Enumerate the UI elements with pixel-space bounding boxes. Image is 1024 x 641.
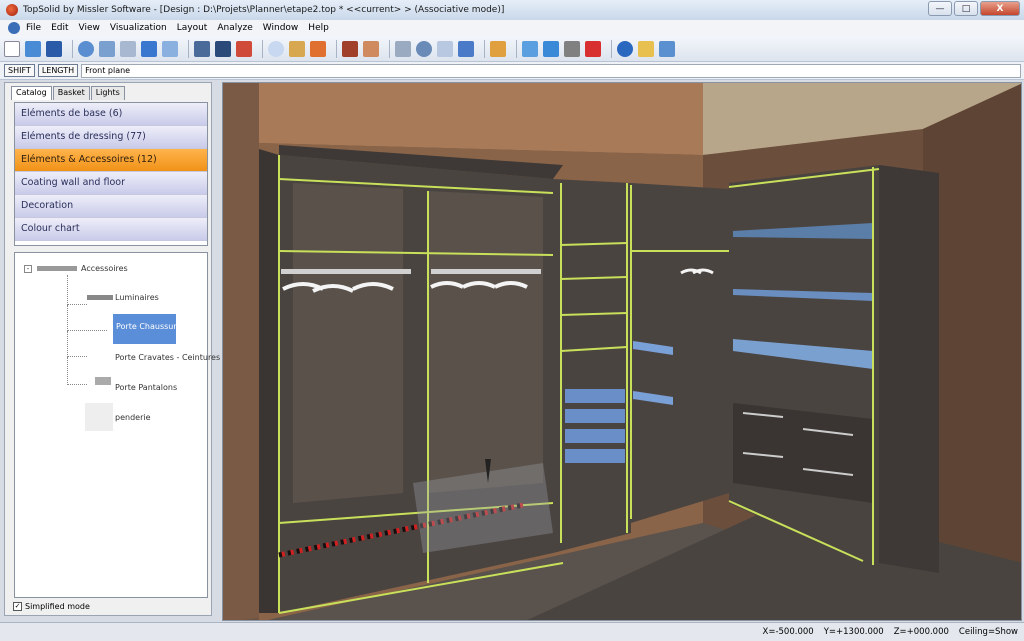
penderie-thumb xyxy=(85,403,113,431)
save-icon[interactable] xyxy=(46,40,62,57)
plane-field[interactable]: Front plane xyxy=(81,63,1022,78)
length-button[interactable]: LENGTH xyxy=(37,64,79,77)
menu-file[interactable]: File xyxy=(26,23,41,33)
assembly-icon[interactable] xyxy=(236,40,252,57)
catalog-list: Eléments de base (6) Eléments de dressin… xyxy=(14,102,208,246)
toolbar xyxy=(0,36,1024,62)
paint-icon[interactable] xyxy=(490,40,506,57)
close-button[interactable]: X xyxy=(980,1,1020,16)
tree-item[interactable]: penderie xyxy=(115,413,151,422)
grid-icon[interactable] xyxy=(543,40,559,57)
3d-viewport[interactable] xyxy=(222,82,1022,621)
title-bar: TopSolid by Missler Software - [Design :… xyxy=(0,0,1024,20)
tree-root[interactable]: Accessoires xyxy=(81,264,128,273)
maximize-button[interactable]: □ xyxy=(954,1,978,16)
ceiling-status: Ceiling=Show xyxy=(958,627,1018,637)
simplified-checkbox[interactable]: ✓ xyxy=(13,602,22,611)
catalog-item[interactable]: Eléments de base (6) xyxy=(15,103,207,126)
document-icon[interactable] xyxy=(8,22,20,34)
menu-layout[interactable]: Layout xyxy=(177,23,208,33)
tree-item-selected[interactable]: Porte Chaussures xyxy=(113,314,186,344)
catalog-item[interactable]: Eléments de dressing (77) xyxy=(15,126,207,149)
cylinder-icon[interactable] xyxy=(99,40,115,57)
tree-item[interactable]: Porte Cravates - Ceintures xyxy=(115,353,220,362)
catalog-item[interactable]: Colour chart xyxy=(15,218,207,241)
minimize-button[interactable]: — xyxy=(928,1,952,16)
delete-icon[interactable] xyxy=(585,40,601,57)
accessory-thumb xyxy=(37,266,77,271)
measure-icon[interactable] xyxy=(194,40,210,57)
copy-icon[interactable] xyxy=(162,40,178,57)
menu-analyze[interactable]: Analyze xyxy=(217,23,252,33)
tab-basket[interactable]: Basket xyxy=(52,86,90,100)
app-icon xyxy=(6,4,18,16)
tab-catalog[interactable]: Catalog xyxy=(11,86,52,100)
menu-help[interactable]: Help xyxy=(308,23,329,33)
catalog-item[interactable]: Coating wall and floor xyxy=(15,172,207,195)
coord-z: Z=+000.000 xyxy=(893,627,949,637)
glasses-icon[interactable] xyxy=(215,40,231,57)
simplified-label: Simplified mode xyxy=(25,602,90,611)
undo-icon[interactable] xyxy=(78,40,94,57)
wardrobe-scene xyxy=(223,83,1021,620)
status-bar: X=-500.000 Y=+1300.000 Z=+000.000 Ceilin… xyxy=(0,622,1024,641)
luminaire-thumb xyxy=(87,295,113,300)
menu-window[interactable]: Window xyxy=(263,23,299,33)
cube-icon[interactable] xyxy=(437,40,453,57)
menu-view[interactable]: View xyxy=(79,23,100,33)
tooth-icon[interactable] xyxy=(458,40,474,57)
tab-lights[interactable]: Lights xyxy=(90,86,125,100)
bag-icon[interactable] xyxy=(659,40,675,57)
brick-icon[interactable] xyxy=(342,40,358,57)
folder-icon[interactable] xyxy=(638,40,654,57)
eye-icon[interactable] xyxy=(395,40,411,57)
catalog-item[interactable]: Decoration xyxy=(15,195,207,218)
menu-visualization[interactable]: Visualization xyxy=(110,23,167,33)
window-title: TopSolid by Missler Software - [Design :… xyxy=(23,5,505,15)
coord-y: Y=+1300.000 xyxy=(823,627,884,637)
pantalon-thumb xyxy=(95,377,111,385)
coord-x: X=-500.000 xyxy=(762,627,814,637)
catalog-panel: Catalog Basket Lights Eléments de base (… xyxy=(4,82,220,616)
box-icon[interactable] xyxy=(289,40,305,57)
sphere-icon[interactable] xyxy=(416,40,432,57)
accessory-tree: - Accessoires Luminaires Porte Chaussure… xyxy=(14,252,220,598)
arrow-icon[interactable] xyxy=(310,40,326,57)
wrench-icon[interactable] xyxy=(120,40,136,57)
shift-button[interactable]: SHIFT xyxy=(4,64,35,77)
texture-icon[interactable] xyxy=(363,40,379,57)
window-icon[interactable] xyxy=(522,40,538,57)
zoom-icon[interactable] xyxy=(268,40,284,57)
new-icon[interactable] xyxy=(4,40,20,57)
menu-edit[interactable]: Edit xyxy=(51,23,68,33)
menu-bar: File Edit View Visualization Layout Anal… xyxy=(0,20,1024,36)
globe-icon[interactable] xyxy=(617,40,633,57)
simplified-mode-option[interactable]: ✓ Simplified mode xyxy=(13,602,90,611)
move-icon[interactable] xyxy=(141,40,157,57)
catalog-item-selected[interactable]: Eléments & Accessoires (12) xyxy=(15,149,207,172)
tree-item[interactable]: Porte Pantalons xyxy=(115,383,177,392)
stone-icon[interactable] xyxy=(564,40,580,57)
tree-item[interactable]: Luminaires xyxy=(115,293,159,302)
add-icon[interactable] xyxy=(25,40,41,57)
collapse-toggle[interactable]: - xyxy=(24,265,32,273)
command-bar: SHIFT LENGTH Front plane xyxy=(0,62,1024,80)
